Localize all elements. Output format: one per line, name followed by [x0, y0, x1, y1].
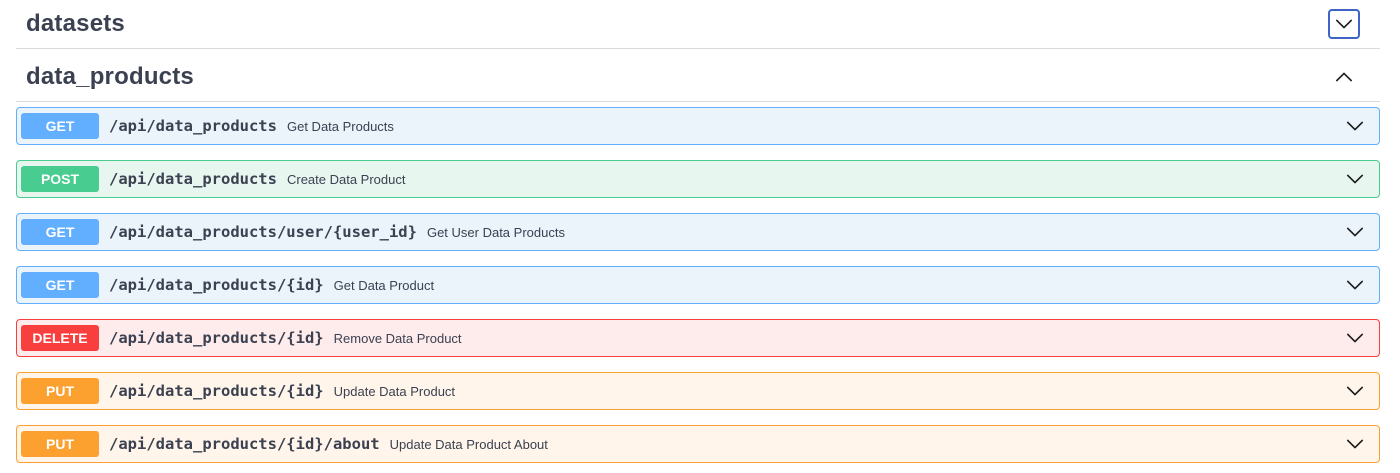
method-badge: PUT — [21, 378, 99, 404]
chevron-down-icon[interactable] — [1345, 116, 1365, 136]
operation-row[interactable]: PUT /api/data_products/{id} Update Data … — [16, 372, 1380, 410]
operation-row[interactable]: GET /api/data_products/user/{user_id} Ge… — [16, 213, 1380, 251]
method-badge: GET — [21, 113, 99, 139]
chevron-up-icon — [1335, 72, 1353, 82]
collapse-data-products-button[interactable] — [1328, 62, 1360, 92]
operation-path: /api/data_products — [109, 117, 277, 135]
operation-path: /api/data_products/{id} — [109, 382, 324, 400]
expand-datasets-button[interactable] — [1328, 9, 1360, 39]
operations-list: GET /api/data_products Get Data Products… — [16, 107, 1380, 473]
method-badge: GET — [21, 219, 99, 245]
chevron-down-icon — [1335, 19, 1353, 29]
operation-summary: Get User Data Products — [426, 224, 565, 240]
chevron-down-icon[interactable] — [1345, 169, 1365, 189]
method-badge: GET — [21, 272, 99, 298]
method-badge: DELETE — [21, 325, 99, 351]
operation-row[interactable]: POST /api/data_products Create Data Prod… — [16, 160, 1380, 198]
section-title-datasets: datasets — [26, 10, 125, 37]
section-header-datasets[interactable]: datasets — [16, 0, 1380, 49]
operation-path: /api/data_products/{id}/about — [109, 435, 380, 453]
operation-summary: Create Data Product — [286, 171, 406, 187]
operation-path: /api/data_products/{id} — [109, 276, 324, 294]
operation-path: /api/data_products — [109, 170, 277, 188]
chevron-down-icon[interactable] — [1345, 222, 1365, 242]
operation-summary: Remove Data Product — [333, 330, 462, 346]
method-badge: POST — [21, 166, 99, 192]
section-header-data-products[interactable]: data_products — [16, 53, 1380, 102]
operation-row[interactable]: PUT /api/data_products/{id}/about Update… — [16, 425, 1380, 463]
operation-row[interactable]: GET /api/data_products Get Data Products — [16, 107, 1380, 145]
chevron-down-icon[interactable] — [1345, 434, 1365, 454]
operation-summary: Update Data Product About — [389, 436, 548, 452]
operation-summary: Update Data Product — [333, 383, 456, 399]
chevron-down-icon[interactable] — [1345, 328, 1365, 348]
operation-path: /api/data_products/{id} — [109, 329, 324, 347]
chevron-down-icon[interactable] — [1345, 275, 1365, 295]
operation-path: /api/data_products/user/{user_id} — [109, 223, 417, 241]
section-title-data-products: data_products — [26, 63, 194, 90]
chevron-down-icon[interactable] — [1345, 381, 1365, 401]
operation-summary: Get Data Product — [333, 277, 435, 293]
operation-summary: Get Data Products — [286, 118, 394, 134]
operation-row[interactable]: DELETE /api/data_products/{id} Remove Da… — [16, 319, 1380, 357]
operation-row[interactable]: GET /api/data_products/{id} Get Data Pro… — [16, 266, 1380, 304]
method-badge: PUT — [21, 431, 99, 457]
